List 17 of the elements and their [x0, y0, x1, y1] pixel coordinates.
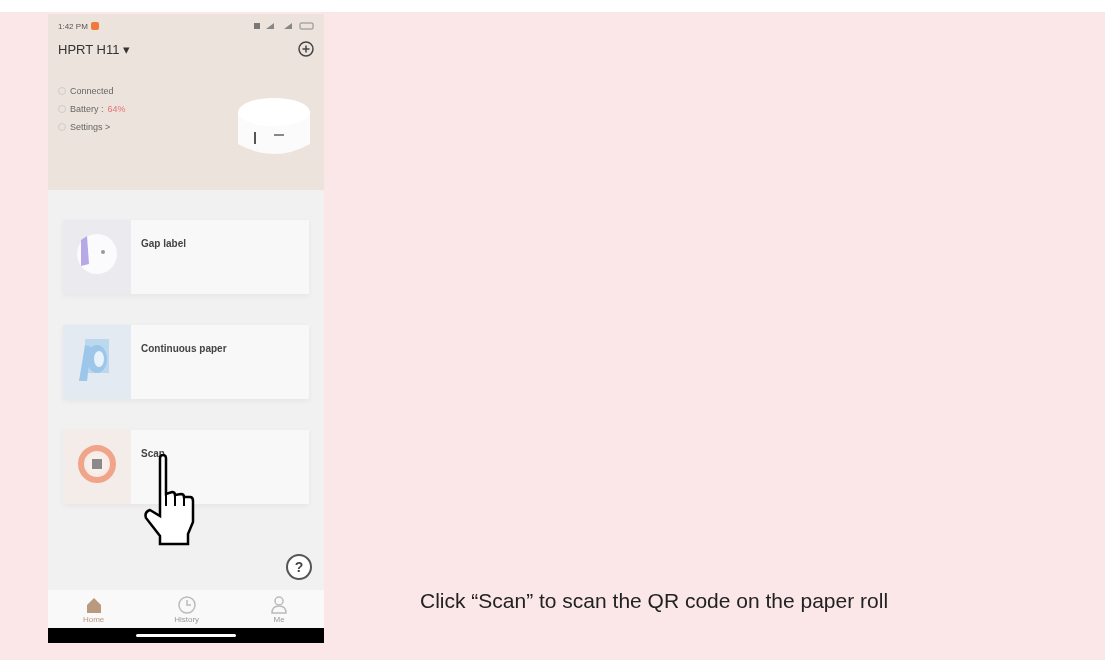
- signal-battery-icons: [254, 22, 314, 30]
- me-icon: [269, 594, 290, 615]
- card-title: Continuous paper: [140, 342, 228, 356]
- notification-icon: [90, 22, 99, 30]
- device-name-dropdown[interactable]: HPRT H11 ▾: [58, 41, 131, 57]
- status-time: 1:42 PM: [58, 21, 88, 31]
- history-icon: [176, 594, 197, 615]
- add-icon[interactable]: [298, 41, 314, 57]
- status-label: Battery :: [70, 104, 104, 114]
- paper-type-card[interactable]: Continuous paper: [63, 325, 309, 399]
- card-title: Gap label: [140, 237, 187, 251]
- instruction-caption: Click “Scan” to scan the QR code on the paper roll: [420, 589, 889, 613]
- paper-type-card[interactable]: Gap label: [63, 220, 309, 294]
- status-label: Settings >: [70, 122, 111, 132]
- help-button[interactable]: ?: [286, 554, 312, 580]
- battery-value: 64%: [107, 104, 126, 114]
- status-label: Connected: [70, 86, 114, 96]
